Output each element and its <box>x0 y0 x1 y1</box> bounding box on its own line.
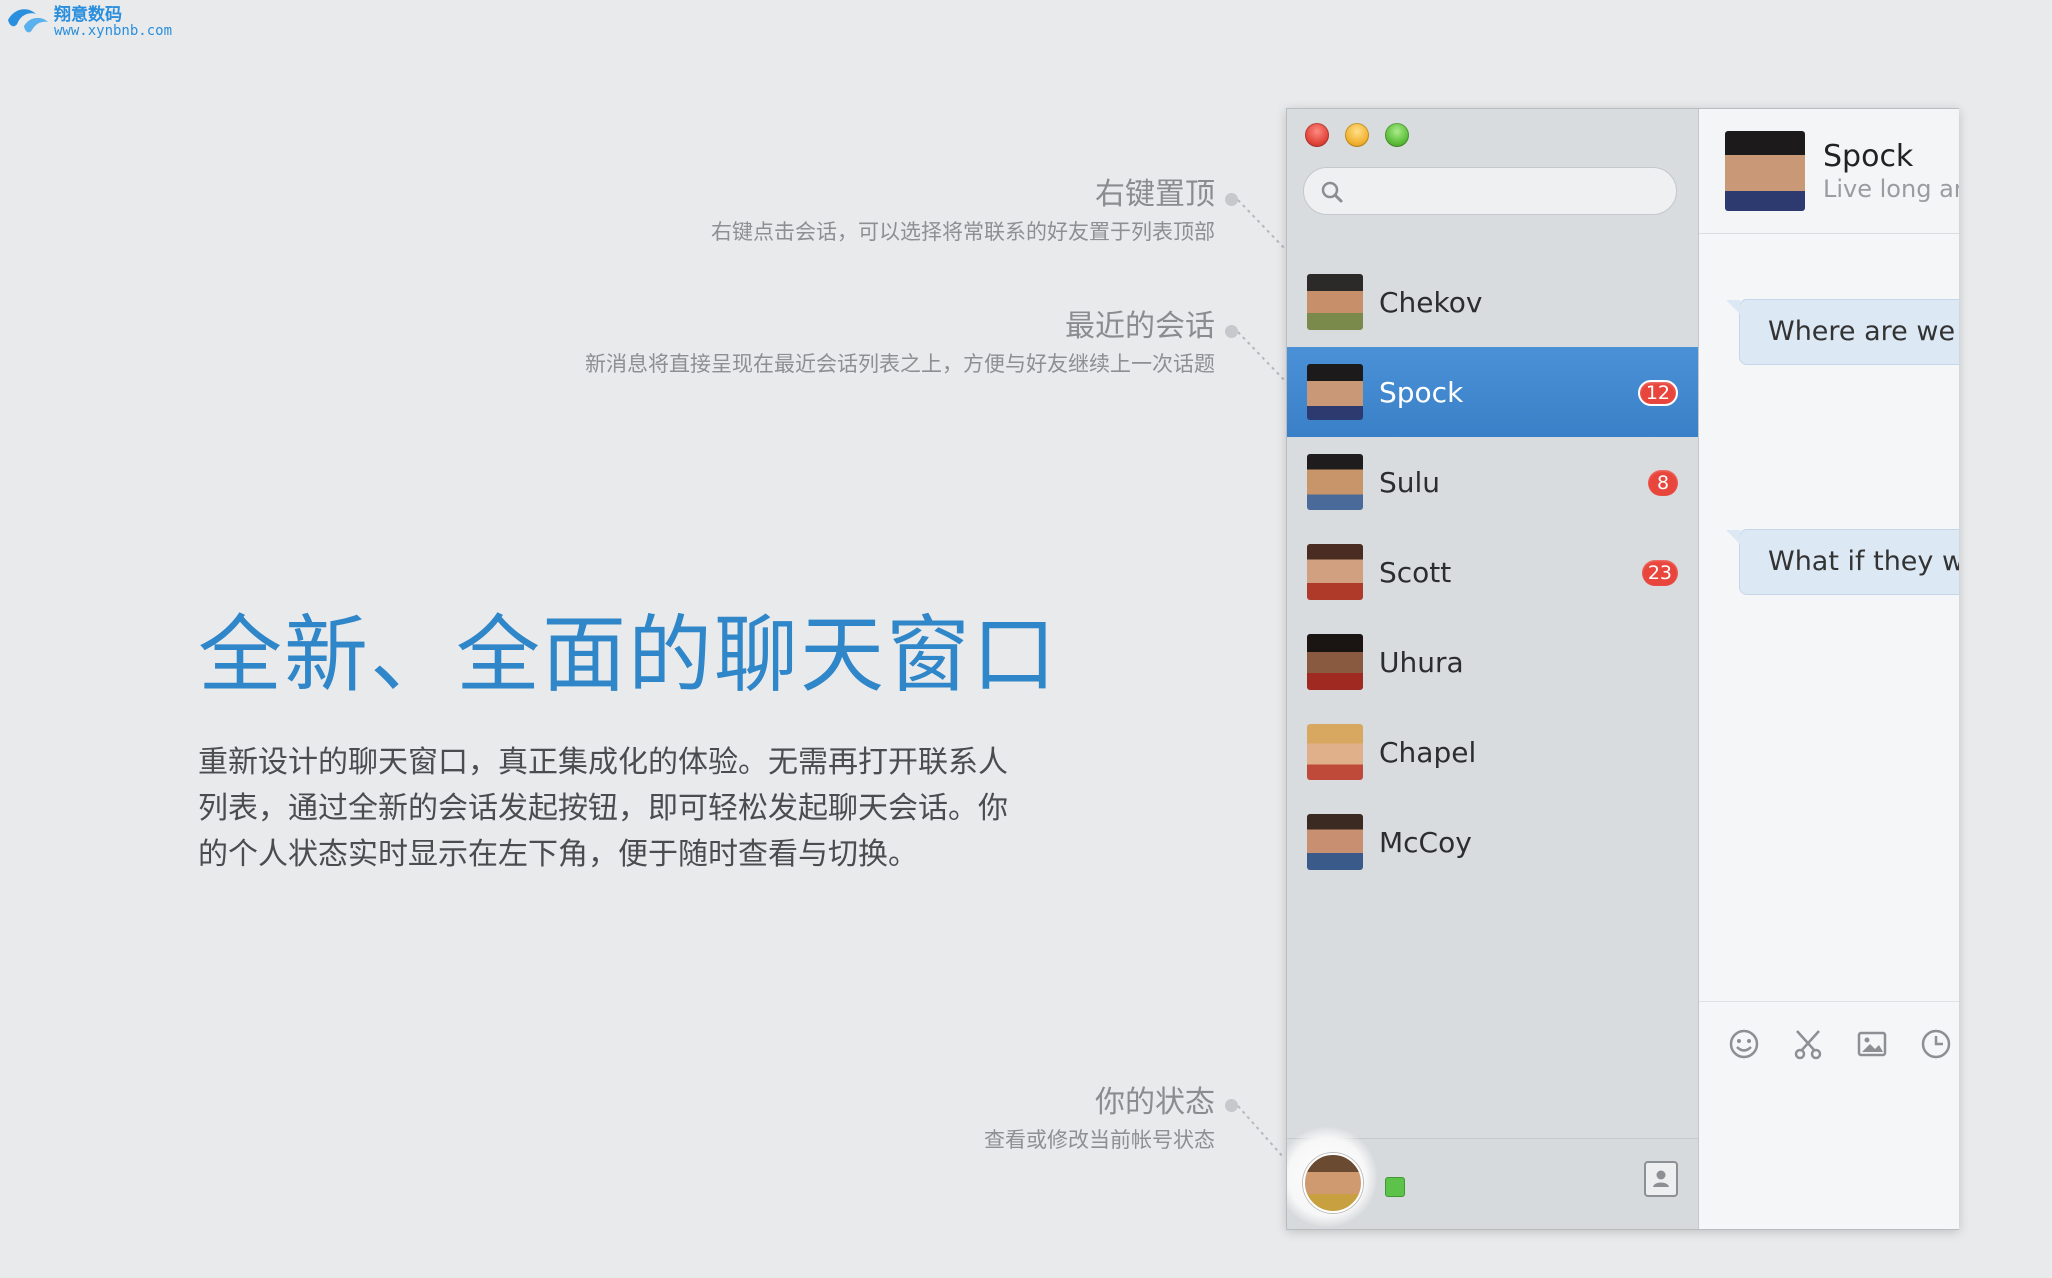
search-icon <box>1321 181 1343 203</box>
conversation-item-sulu[interactable]: Sulu 8 <box>1287 437 1698 527</box>
image-icon[interactable] <box>1855 1027 1889 1061</box>
annotation-dot <box>1225 193 1238 206</box>
annotation-title: 右键置顶 <box>1095 177 1215 212</box>
annotation-pin-top: 右键置顶 右键点击会话，可以选择将常联系的好友置于列表顶部 <box>711 176 1215 246</box>
my-avatar[interactable] <box>1303 1153 1363 1213</box>
conversation-item-uhura[interactable]: Uhura <box>1287 617 1698 707</box>
contact-name: Scott <box>1379 555 1452 589</box>
search-input[interactable] <box>1354 176 1658 208</box>
conversation-item-chapel[interactable]: Chapel <box>1287 707 1698 797</box>
scissors-icon[interactable] <box>1791 1027 1825 1061</box>
hero-description: 重新设计的聊天窗口，真正集成化的体验。无需再打开联系人列表，通过全新的会话发起按… <box>198 745 1008 872</box>
contact-name: McCoy <box>1379 825 1472 859</box>
annotation-desc: 新消息将直接呈现在最近会话列表之上，方便与好友继续上一次话题 <box>585 352 1215 376</box>
chat-window: Chekov Spock 12 Sulu 8 Scott 23 Uhura Ch… <box>1286 108 1959 1230</box>
emoji-icon[interactable] <box>1727 1027 1761 1061</box>
chat-contact-status: Live long an <box>1823 175 1959 203</box>
message-bubble: What if they we <box>1726 529 1959 595</box>
chat-header: Spock Live long an <box>1699 109 1959 234</box>
annotation-dot <box>1225 325 1238 338</box>
avatar <box>1307 544 1363 600</box>
contacts-icon[interactable] <box>1644 1161 1678 1197</box>
unread-badge: 8 <box>1648 470 1678 496</box>
unread-badge: 12 <box>1637 380 1678 406</box>
chat-contact-name: Spock <box>1823 139 1914 174</box>
clock-icon[interactable] <box>1919 1027 1953 1061</box>
avatar <box>1307 814 1363 870</box>
annotation-desc: 右键点击会话，可以选择将常联系的好友置于列表顶部 <box>711 220 1215 244</box>
annotation-recent-chats: 最近的会话 新消息将直接呈现在最近会话列表之上，方便与好友继续上一次话题 <box>585 308 1215 378</box>
avatar <box>1307 274 1363 330</box>
annotation-dot <box>1225 1099 1238 1112</box>
chat-avatar <box>1725 131 1805 211</box>
conversation-list: Chekov Spock 12 Sulu 8 Scott 23 Uhura Ch… <box>1287 257 1698 887</box>
close-button[interactable] <box>1305 123 1329 147</box>
contact-name: Uhura <box>1379 645 1464 679</box>
person-icon <box>1653 1170 1669 1187</box>
annotation-title: 你的状态 <box>1095 1085 1215 1120</box>
conversation-item-spock[interactable]: Spock 12 <box>1287 347 1698 437</box>
message-bubble: Where are we g <box>1726 299 1959 365</box>
zoom-button[interactable] <box>1385 123 1409 147</box>
contact-name: Sulu <box>1379 465 1441 499</box>
input-toolbar <box>1727 1027 1953 1061</box>
status-bar <box>1287 1127 1698 1229</box>
window-controls <box>1305 123 1409 147</box>
unread-badge: 23 <box>1641 560 1678 586</box>
contact-name: Spock <box>1379 375 1464 409</box>
sidebar: Chekov Spock 12 Sulu 8 Scott 23 Uhura Ch… <box>1287 109 1699 1229</box>
contact-name: Chekov <box>1379 285 1483 319</box>
avatar <box>1307 724 1363 780</box>
hero-title: 全新、全面的聊天窗口 <box>198 606 1059 704</box>
annotation-your-status: 你的状态 查看或修改当前帐号状态 <box>984 1084 1215 1154</box>
contact-name: Chapel <box>1379 735 1477 769</box>
avatar <box>1307 634 1363 690</box>
minimize-button[interactable] <box>1345 123 1369 147</box>
avatar <box>1307 454 1363 510</box>
online-status-icon[interactable] <box>1385 1177 1405 1197</box>
conversation-item-chekov[interactable]: Chekov <box>1287 257 1698 347</box>
conversation-item-scott[interactable]: Scott 23 <box>1287 527 1698 617</box>
input-divider <box>1699 1001 1959 1002</box>
annotation-desc: 查看或修改当前帐号状态 <box>984 1128 1215 1152</box>
chat-panel: Spock Live long an Where are we g What i… <box>1699 109 1959 1229</box>
conversation-item-mccoy[interactable]: McCoy <box>1287 797 1698 887</box>
search-box[interactable] <box>1303 167 1677 215</box>
annotation-title: 最近的会话 <box>1065 309 1215 344</box>
avatar <box>1307 364 1363 420</box>
